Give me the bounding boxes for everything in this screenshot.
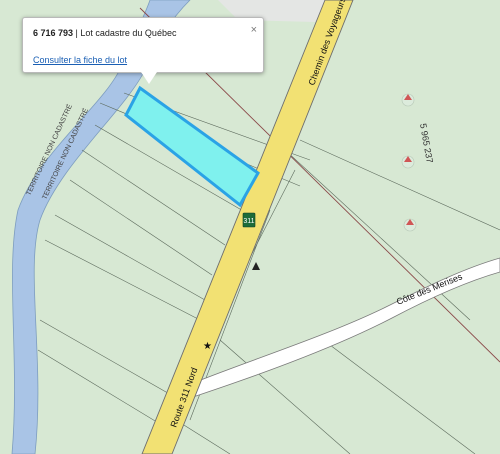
star-marker-icon: ★: [203, 341, 212, 352]
map-view[interactable]: ★ 311 TERRITOIRE NON CADASTRÉ TERRITOIRE…: [0, 0, 500, 454]
highway-shield: 311: [242, 212, 256, 228]
popup-lot-number: 6 716 793: [33, 28, 74, 38]
popup-title-line: 6 716 793 | Lot cadastre du Québec: [33, 28, 176, 38]
svg-text:311: 311: [243, 218, 254, 225]
lot-details-link[interactable]: Consulter la fiche du lot: [33, 55, 127, 65]
close-icon[interactable]: ×: [251, 25, 257, 36]
lot-info-popup: 6 716 793 | Lot cadastre du Québec Consu…: [22, 17, 264, 84]
popup-title: Lot cadastre du Québec: [80, 28, 177, 38]
popup-tail: [141, 72, 157, 84]
